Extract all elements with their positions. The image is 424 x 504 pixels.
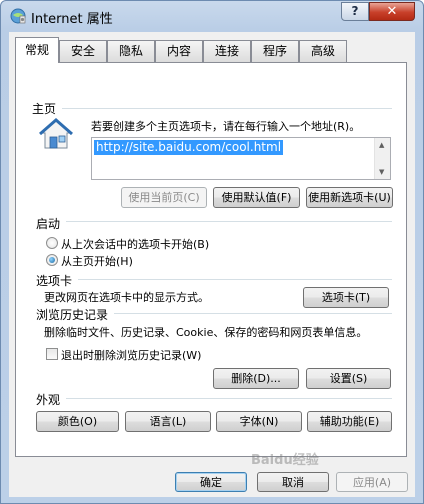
homepage-separator [62, 108, 392, 109]
tabs-settings-button[interactable]: 选项卡(T) [303, 287, 389, 308]
internet-options-window: Internet 属性 ? ✕ 常规 安全 隐私 内容 连接 程序 高级 主页 … [0, 0, 424, 504]
homepage-section-label: 主页 [32, 102, 57, 116]
tabs-section-label: 选项卡 [36, 274, 73, 288]
homepage-url-textarea[interactable]: http://site.baidu.com/cool.html ▲ ▼ [91, 137, 391, 180]
history-separator [114, 313, 392, 314]
fonts-button[interactable]: 字体(N) [216, 411, 302, 432]
tab-programs[interactable]: 程序 [251, 40, 299, 62]
delete-history-on-exit-label[interactable]: 退出时删除浏览历史记录(W) [61, 347, 201, 363]
help-button[interactable]: ? [341, 2, 369, 21]
tab-security[interactable]: 安全 [59, 40, 107, 62]
tabs-separator [78, 279, 392, 280]
startup-section-label: 启动 [36, 217, 61, 231]
scroll-up-icon[interactable]: ▲ [379, 141, 384, 149]
close-button[interactable]: ✕ [369, 2, 415, 21]
internet-options-icon [10, 8, 26, 24]
apply-button[interactable]: 应用(A) [336, 472, 408, 492]
history-section-label: 浏览历史记录 [36, 308, 109, 322]
tab-content[interactable]: 内容 [155, 40, 203, 62]
dialog-client-area: 常规 安全 隐私 内容 连接 程序 高级 主页 若要创建多个主页选项卡，请在每行… [9, 32, 415, 497]
cancel-button[interactable]: 取消 [257, 472, 329, 492]
scroll-down-icon[interactable]: ▼ [379, 168, 384, 176]
startup-homepage-radio[interactable] [46, 254, 58, 266]
startup-separator [66, 221, 392, 222]
tabs-description: 更改网页在选项卡中的显示方式。 [44, 291, 209, 304]
ok-button[interactable]: 确定 [175, 472, 247, 492]
startup-last-session-label[interactable]: 从上次会话中的选项卡开始(B) [61, 236, 209, 252]
history-settings-button[interactable]: 设置(S) [306, 368, 391, 389]
appearance-separator [66, 398, 392, 399]
tab-privacy[interactable]: 隐私 [107, 40, 155, 62]
use-default-button[interactable]: 使用默认值(F) [213, 187, 300, 208]
colors-button[interactable]: 颜色(O) [36, 411, 119, 432]
startup-last-session-radio[interactable] [46, 237, 58, 249]
accessibility-button[interactable]: 辅助功能(E) [307, 411, 392, 432]
startup-homepage-label[interactable]: 从主页开始(H) [61, 253, 133, 269]
languages-button[interactable]: 语言(L) [125, 411, 211, 432]
window-title: Internet 属性 [31, 12, 113, 27]
tab-advanced[interactable]: 高级 [299, 40, 347, 62]
use-new-tab-button[interactable]: 使用新选项卡(U) [306, 187, 393, 208]
homepage-instruction: 若要创建多个主页选项卡，请在每行输入一个地址(R)。 [91, 120, 361, 133]
watermark: Baidu经验 [251, 453, 319, 468]
title-bar[interactable]: Internet 属性 ? ✕ [1, 1, 423, 31]
general-tab-panel: 主页 若要创建多个主页选项卡，请在每行输入一个地址(R)。 http://sit… [15, 62, 407, 457]
use-current-button[interactable]: 使用当前页(C) [121, 187, 207, 208]
delete-history-on-exit-checkbox[interactable] [46, 348, 58, 360]
history-description: 删除临时文件、历史记录、Cookie、保存的密码和网页表单信息。 [44, 326, 368, 339]
tab-general[interactable]: 常规 [15, 37, 59, 63]
appearance-section-label: 外观 [36, 393, 61, 407]
textarea-scrollbar[interactable]: ▲ ▼ [374, 138, 390, 179]
delete-history-button[interactable]: 删除(D)... [213, 368, 299, 389]
tab-connections[interactable]: 连接 [203, 40, 251, 62]
homepage-url-value: http://site.baidu.com/cool.html [94, 140, 284, 155]
home-icon [39, 118, 73, 149]
